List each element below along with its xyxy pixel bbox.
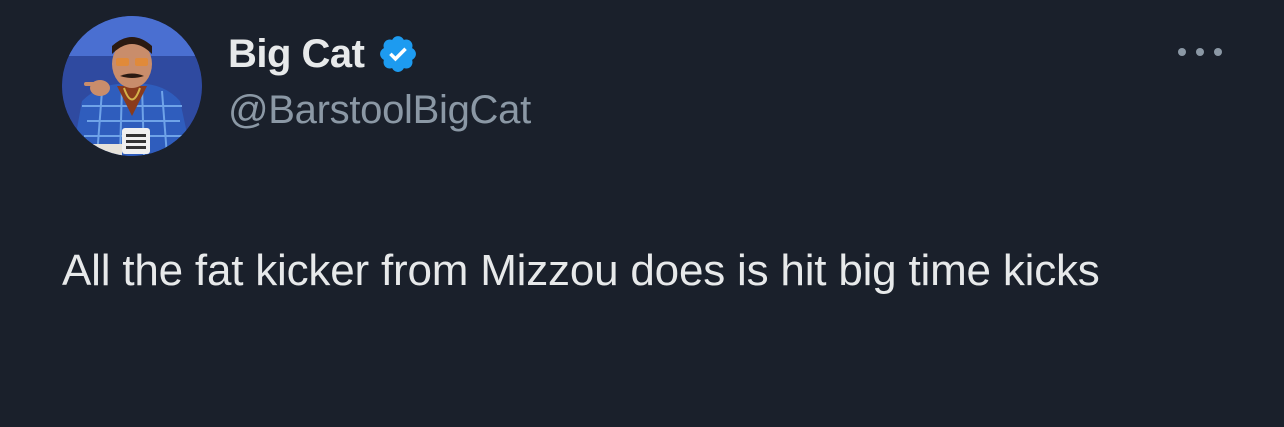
more-dot <box>1214 48 1222 56</box>
avatar-image <box>62 16 202 156</box>
more-options-icon[interactable] <box>1178 42 1222 62</box>
author-display-name[interactable]: Big Cat <box>228 32 365 77</box>
tweet-card: Big Cat @BarstoolBigCat All the fat kick… <box>0 0 1284 427</box>
author-name-row: Big Cat <box>228 26 419 82</box>
tweet-text: All the fat kicker from Mizzou does is h… <box>62 246 1100 295</box>
verified-badge-icon[interactable] <box>377 33 419 75</box>
more-dot <box>1196 48 1204 56</box>
author-handle[interactable]: @BarstoolBigCat <box>228 88 531 133</box>
more-dot <box>1178 48 1186 56</box>
avatar[interactable] <box>62 16 202 156</box>
